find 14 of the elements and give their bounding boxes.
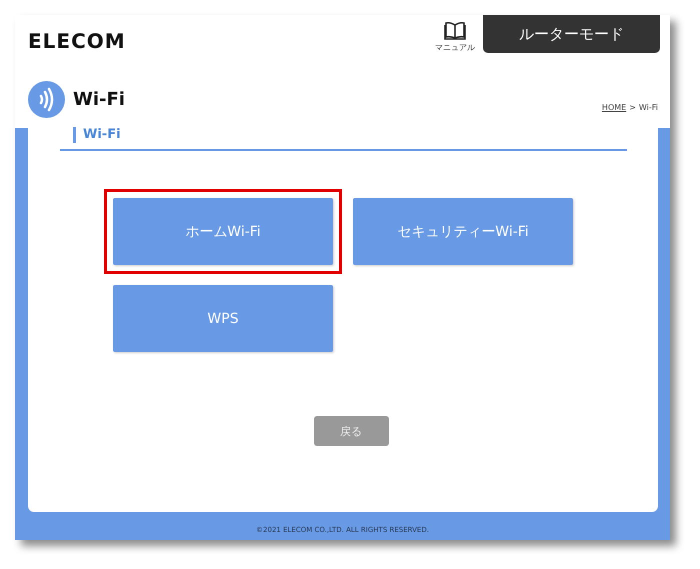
back-button[interactable]: 戻る (314, 416, 388, 446)
home-link[interactable]: HOME (602, 103, 626, 112)
breadcrumb-separator: > (629, 103, 636, 112)
section-title: Wi-Fi (73, 127, 121, 143)
menu-button[interactable]: WPS (113, 285, 333, 352)
manual-label[interactable]: マニュアル (435, 42, 475, 53)
logo: ELECOM (28, 29, 126, 53)
menu-button[interactable]: セキュリティーWi-Fi (353, 198, 573, 265)
page-title: Wi-Fi (73, 89, 125, 110)
book-icon[interactable] (444, 21, 466, 41)
breadcrumb-current: Wi-Fi (638, 103, 658, 112)
wifi-icon (28, 81, 65, 118)
mode-button[interactable]: ルーターモード (483, 15, 660, 53)
menu-button[interactable]: ホームWi-Fi (113, 198, 333, 265)
